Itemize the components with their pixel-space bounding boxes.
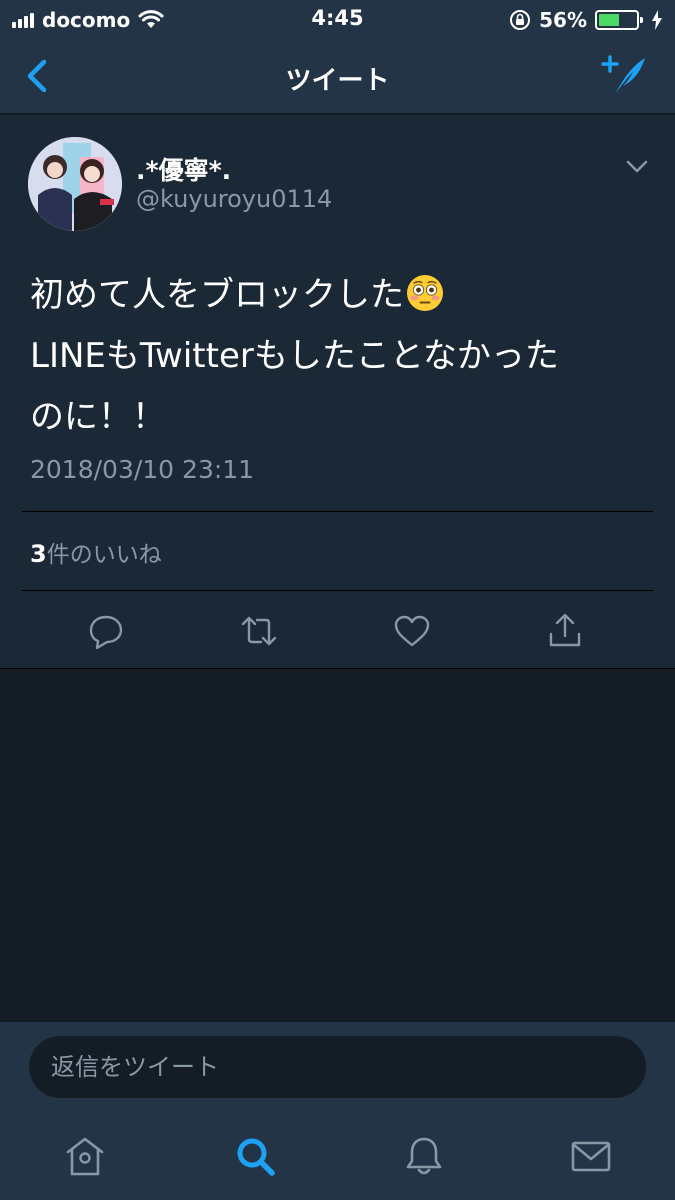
messages-icon[interactable] [569, 1134, 613, 1178]
tweet-text-line-1: 初めて人をブロックした [30, 275, 404, 315]
likes-summary[interactable]: 3件のいいね [30, 535, 162, 569]
retweet-icon[interactable] [239, 611, 279, 651]
tweet-timestamp[interactable]: 2018/03/10 23:11 [30, 455, 254, 484]
compose-tweet-icon[interactable] [601, 54, 649, 98]
chevron-down-icon[interactable] [625, 159, 649, 175]
likes-label: 件のいいね [46, 542, 162, 568]
reply-bar: 返信をツイート [0, 1022, 675, 1118]
divider [22, 511, 653, 512]
rotation-lock-icon [510, 10, 531, 30]
status-right: 56% [509, 8, 663, 32]
home-icon[interactable] [63, 1134, 107, 1178]
tweet-text: 初めて人をブロックした LINEもTwitterもしたことなかった のに！！ [30, 265, 650, 448]
status-bar: docomo 4:45 56% [0, 0, 675, 40]
username[interactable]: @kuyuroyu0114 [136, 185, 332, 213]
battery-icon [595, 10, 643, 30]
battery-level [599, 14, 620, 26]
reply-icon[interactable] [86, 611, 126, 651]
tweet-text-line: 初めて人をブロックした [30, 265, 650, 326]
nav-bar: ツイート [0, 40, 675, 114]
battery-percent: 56% [539, 8, 587, 32]
charging-icon [652, 10, 662, 30]
flushed-face-emoji [407, 275, 443, 311]
notifications-icon[interactable] [402, 1134, 446, 1178]
tweet-text-line-3: のに！！ [30, 397, 166, 437]
avatar[interactable] [28, 137, 122, 231]
share-icon[interactable] [545, 611, 585, 651]
tweet-text-line-2: LINEもTwitterもしたことなかった [30, 336, 559, 376]
reply-input[interactable]: 返信をツイート [29, 1036, 646, 1098]
like-icon[interactable] [392, 611, 432, 651]
likes-count: 3 [30, 540, 47, 568]
tweet-actions [0, 611, 675, 651]
divider [22, 590, 653, 591]
page-title: ツイート [285, 66, 390, 96]
tweet-card: .*優寧*. @kuyuroyu0114 初めて人をブロックした LINEもTw… [0, 115, 675, 669]
search-icon[interactable] [233, 1134, 277, 1178]
avatar-photo [28, 137, 122, 231]
tab-bar [0, 1118, 675, 1200]
display-name[interactable]: .*優寧*. [136, 151, 231, 187]
